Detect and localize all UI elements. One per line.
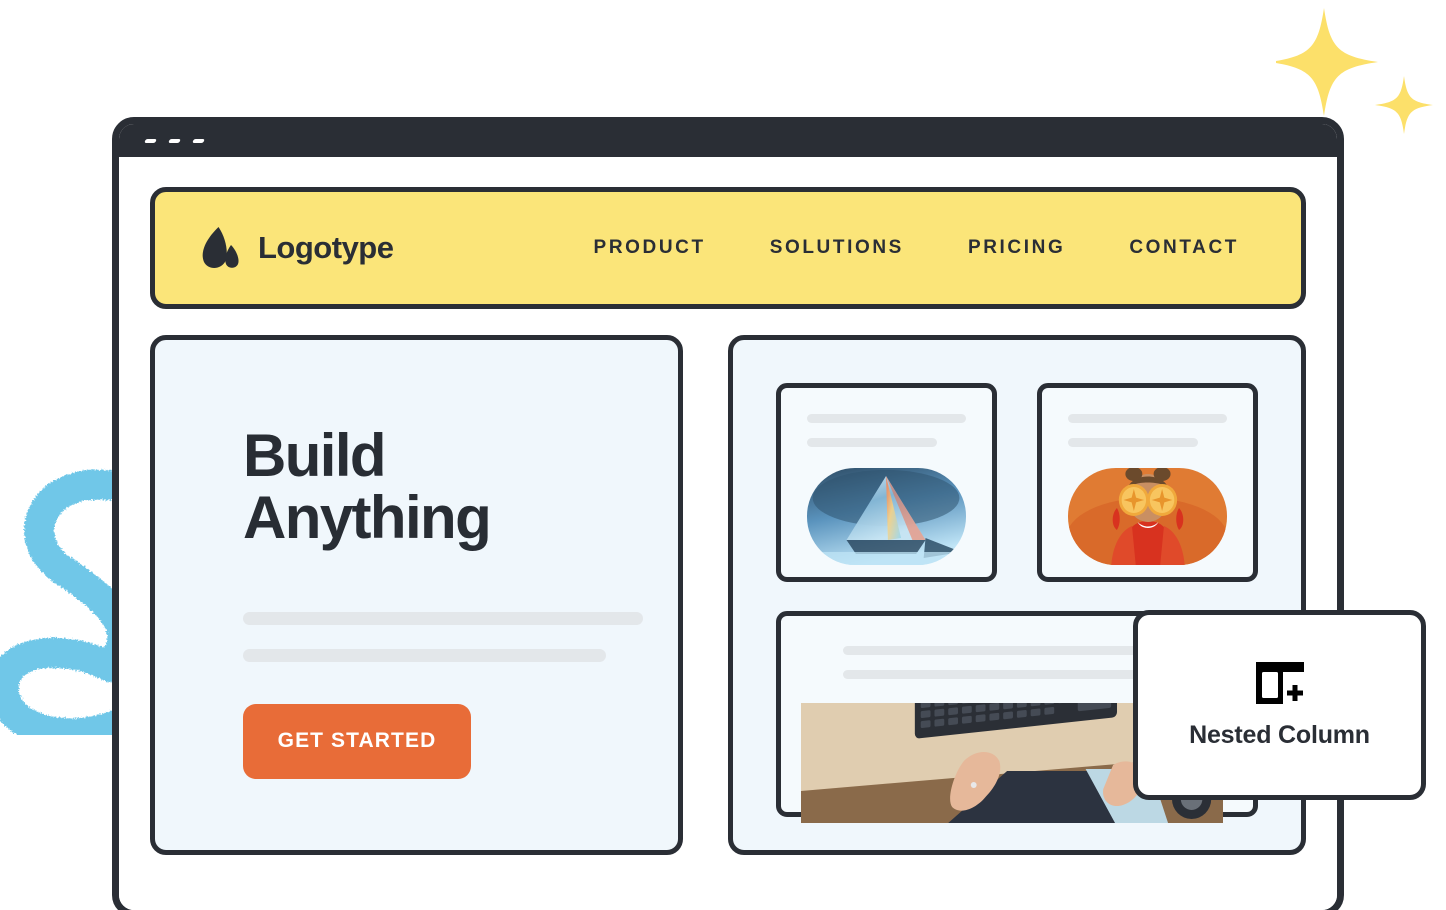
card-oranges[interactable]: [1037, 383, 1258, 582]
nav-link-contact[interactable]: CONTACT: [1129, 237, 1239, 259]
headline-line-2: Anything: [243, 484, 492, 552]
nav-link-product[interactable]: PRODUCT: [594, 237, 706, 259]
glass-prism-photo: [807, 468, 966, 565]
window-titlebar: [119, 124, 1337, 157]
card-keyboard-placeholder-2: [843, 670, 1155, 679]
nav-links: PRODUCT SOLUTIONS PRICING CONTACT: [594, 237, 1257, 259]
hero-text-placeholder-1: [243, 611, 643, 625]
brand[interactable]: Logotype: [199, 226, 394, 270]
brand-name: Logotype: [258, 230, 394, 265]
hero-panel: Build Anything GET STARTED: [150, 335, 683, 855]
hero-text-placeholder-2: [243, 648, 606, 662]
titlebar-dot-1: [144, 138, 157, 143]
card-oranges-placeholder-1: [1068, 414, 1227, 423]
card-prism-thumbnail: [807, 468, 966, 565]
atlassian-a-logo-icon: [202, 227, 239, 268]
screenshot-stage: Logotype PRODUCT SOLUTIONS PRICING CONTA…: [0, 0, 1446, 910]
nested-column-tooltip[interactable]: Nested Column: [1133, 610, 1426, 800]
nested-column-tooltip-label: Nested Column: [1189, 721, 1370, 749]
content-card-row: [776, 383, 1258, 582]
card-oranges-placeholder-2: [1068, 438, 1199, 447]
nav-link-solutions[interactable]: SOLUTIONS: [770, 237, 904, 259]
card-prism-placeholder-1: [807, 414, 966, 423]
get-started-button[interactable]: GET STARTED: [243, 703, 471, 779]
woman-with-oranges-photo: [1068, 468, 1227, 565]
card-prism-placeholder-2: [807, 438, 938, 447]
nested-column-add-icon: [1255, 662, 1305, 706]
headline-line-1: Build: [243, 422, 387, 489]
titlebar-dot-3: [192, 138, 205, 143]
page-title: Build Anything: [243, 422, 678, 552]
site-navbar: Logotype PRODUCT SOLUTIONS PRICING CONTA…: [150, 187, 1306, 309]
titlebar-dot-2: [168, 138, 181, 143]
card-oranges-thumbnail: [1068, 468, 1227, 565]
card-prism[interactable]: [776, 383, 997, 582]
nav-link-pricing[interactable]: PRICING: [968, 237, 1065, 259]
